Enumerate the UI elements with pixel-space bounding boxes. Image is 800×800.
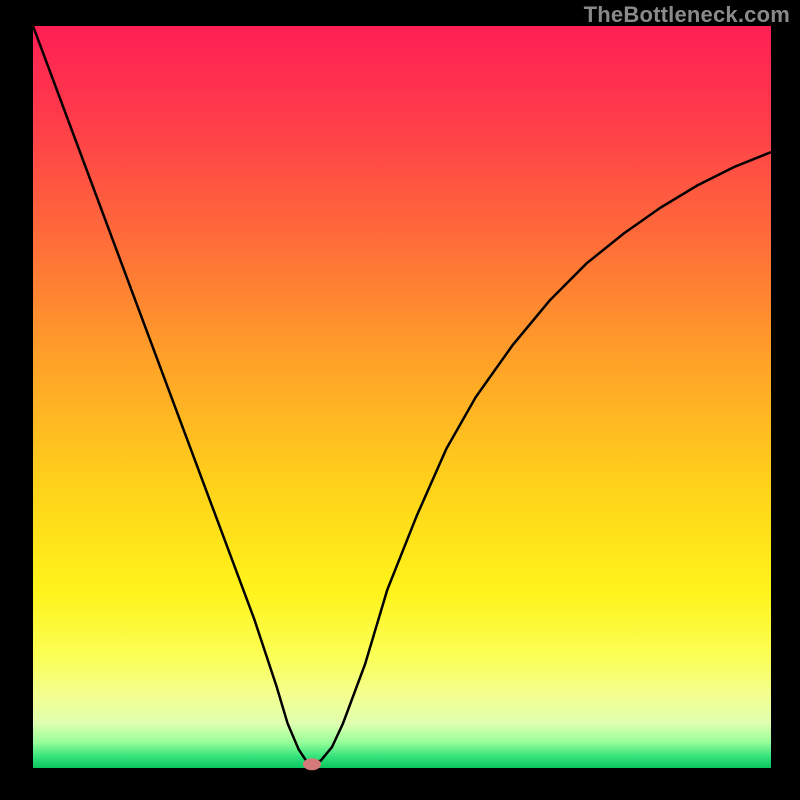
plot-background xyxy=(33,26,771,768)
watermark-text: TheBottleneck.com xyxy=(584,2,790,28)
chart-frame: TheBottleneck.com xyxy=(0,0,800,800)
bottleneck-chart xyxy=(0,0,800,800)
optimum-marker xyxy=(303,758,321,770)
